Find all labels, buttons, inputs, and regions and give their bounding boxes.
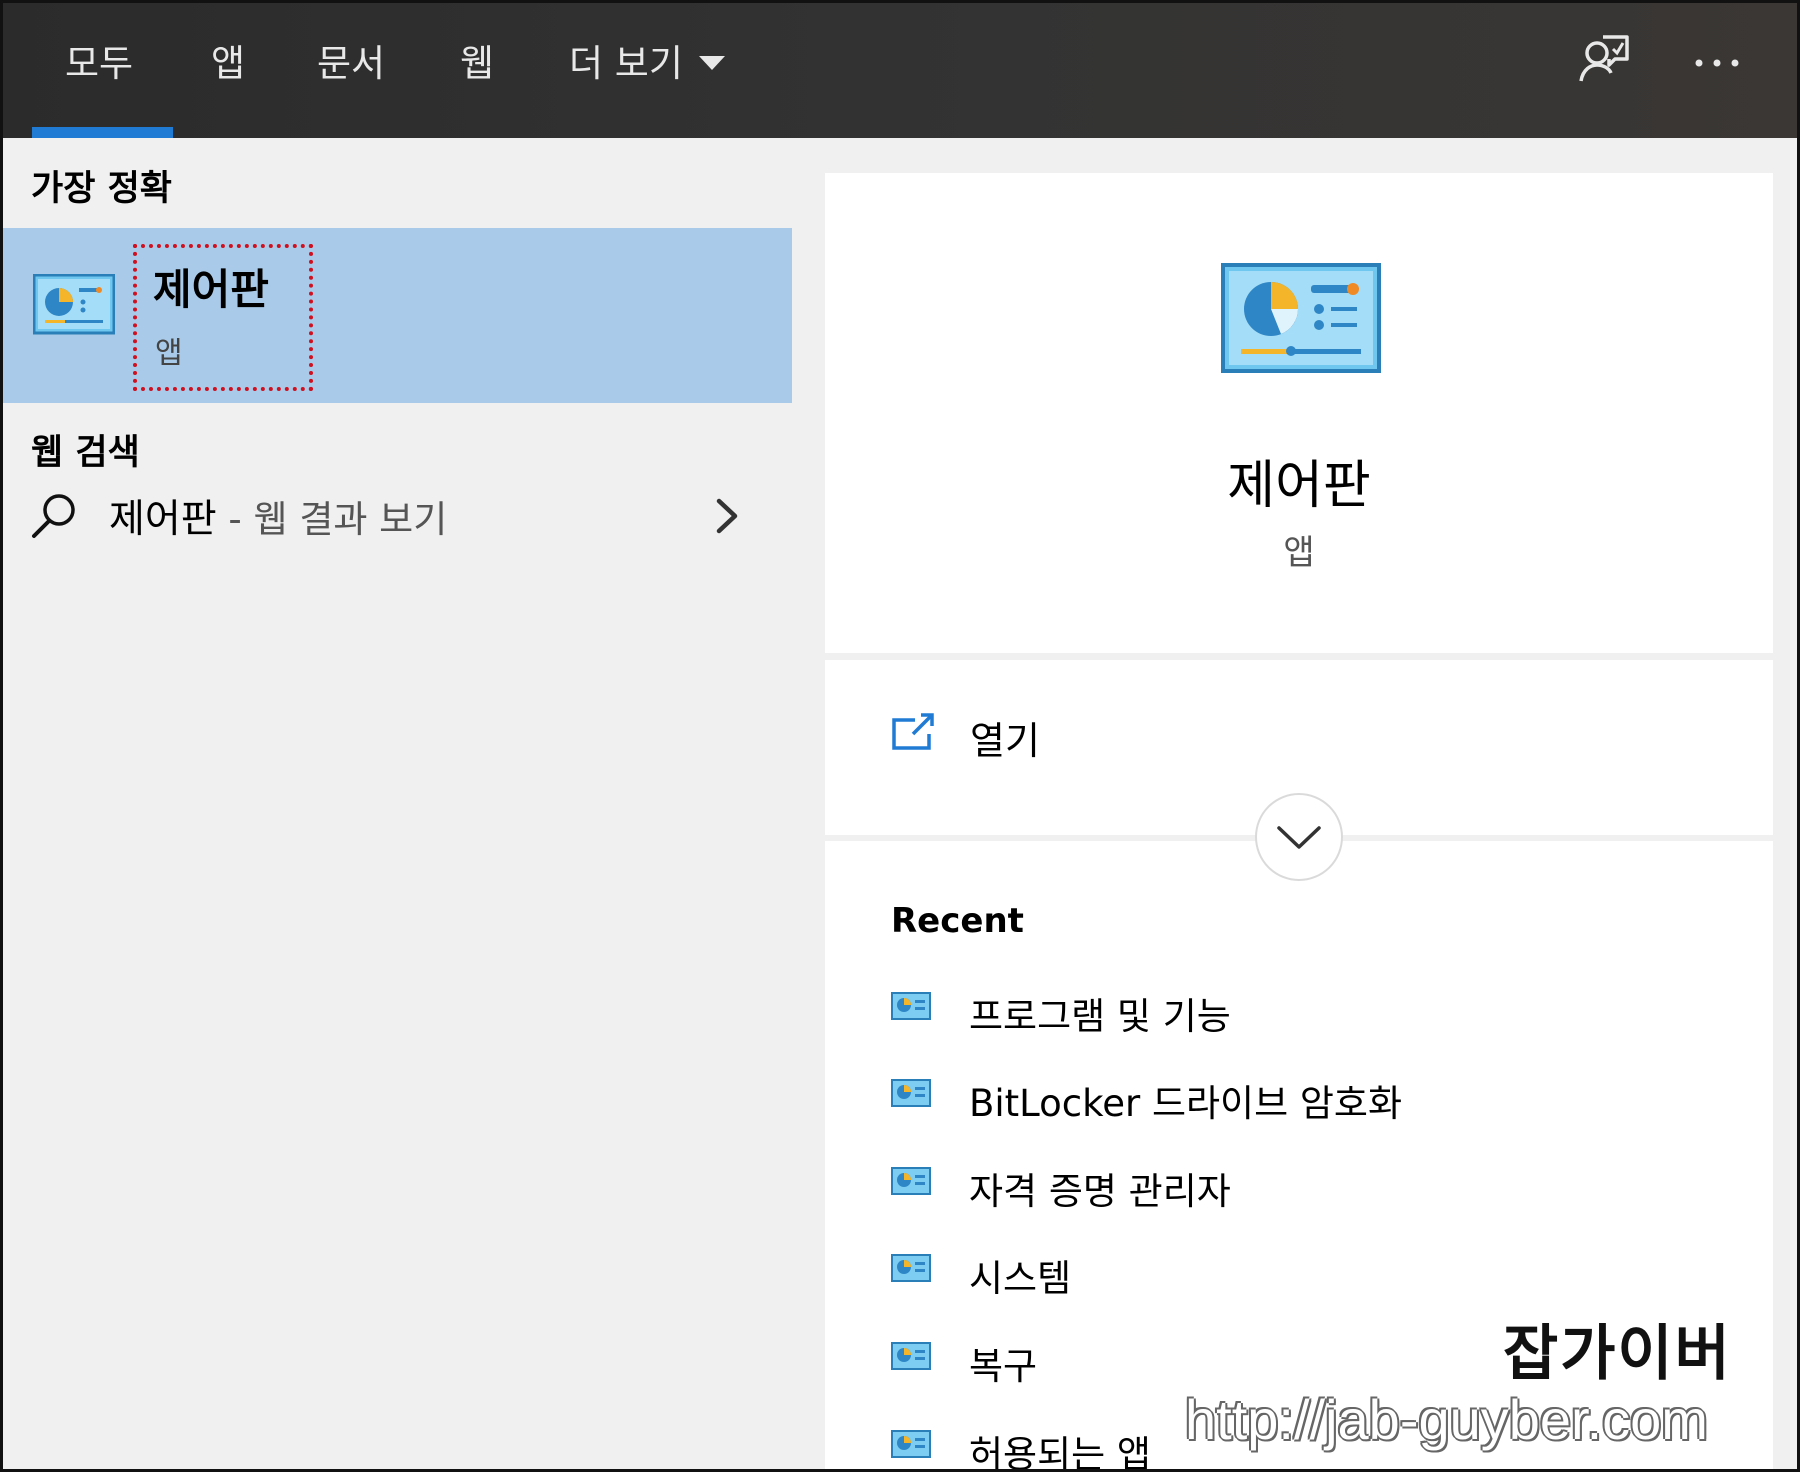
recent-item-label: 시스템 xyxy=(969,1257,1072,1300)
best-match-result[interactable]: 제어판 앱 xyxy=(3,228,792,403)
recent-item[interactable]: 자격 증명 관리자 xyxy=(891,1161,1691,1213)
watermark-url: http://jab-guyber.com xyxy=(1185,1388,1708,1451)
tab-more[interactable]: 더 보기 xyxy=(569,39,725,89)
web-search-text: 제어판 - 웹 결과 보기 xyxy=(109,488,447,544)
recent-item[interactable]: 시스템 xyxy=(891,1248,1691,1300)
caret-down-icon xyxy=(698,55,725,70)
control-panel-icon xyxy=(1221,263,1381,373)
recent-item-label: 허용되는 앱 xyxy=(969,1433,1151,1472)
web-search-result[interactable]: 제어판 - 웹 결과 보기 xyxy=(3,478,792,558)
recent-item-label: 복구 xyxy=(969,1345,1038,1388)
tab-web[interactable]: 웹 xyxy=(460,39,494,89)
tab-all[interactable]: 모두 xyxy=(65,39,133,89)
web-search-heading: 웹 검색 xyxy=(31,433,140,473)
tab-label: 모두 xyxy=(65,42,134,85)
control-panel-icon xyxy=(891,1167,931,1195)
control-panel-icon xyxy=(33,274,115,335)
search-filter-bar: 모두 앱 문서 웹 더 보기 xyxy=(3,3,1797,138)
search-icon xyxy=(32,494,75,538)
search-window: 모두 앱 문서 웹 더 보기 가장 정확 제어판 앱 웹 검색 제어판 - 웹 … xyxy=(0,0,1800,1472)
tab-label: 문서 xyxy=(317,42,386,85)
chevron-down-icon xyxy=(1277,826,1321,849)
recent-item-label: 자격 증명 관리자 xyxy=(969,1170,1231,1213)
detail-app-name: 제어판 xyxy=(1227,456,1371,516)
tab-documents[interactable]: 문서 xyxy=(317,39,385,89)
tab-label: 웹 xyxy=(460,42,495,85)
open-external-icon xyxy=(892,713,934,750)
tab-apps[interactable]: 앱 xyxy=(211,39,245,89)
more-options-icon[interactable] xyxy=(1687,31,1747,91)
best-match-type: 앱 xyxy=(155,336,183,371)
watermark-name: 잡가이버 xyxy=(1503,1319,1732,1389)
control-panel-icon xyxy=(891,1342,931,1370)
recent-item[interactable]: BitLocker 드라이브 암호화 xyxy=(891,1073,1691,1125)
web-search-query: 제어판 xyxy=(109,497,217,542)
tab-label: 앱 xyxy=(211,42,246,85)
detail-header-card: 제어판 앱 xyxy=(825,173,1773,653)
feedback-icon[interactable] xyxy=(1573,31,1633,91)
open-label: 열기 xyxy=(970,719,1040,763)
results-pane: 가장 정확 제어판 앱 웹 검색 제어판 - 웹 결과 보기 xyxy=(3,138,792,1469)
expand-button[interactable] xyxy=(1255,793,1343,881)
web-search-suffix: - 웹 결과 보기 xyxy=(216,498,448,541)
control-panel-icon xyxy=(891,1254,931,1282)
best-match-heading: 가장 정확 xyxy=(31,169,172,209)
control-panel-icon xyxy=(891,992,931,1020)
control-panel-icon xyxy=(891,1430,931,1458)
tab-label: 더 보기 xyxy=(569,42,683,85)
recent-heading: Recent xyxy=(891,901,1024,941)
recent-item-label: 프로그램 및 기능 xyxy=(969,995,1231,1038)
active-tab-indicator xyxy=(32,127,173,138)
recent-item[interactable]: 프로그램 및 기능 xyxy=(891,986,1691,1038)
recent-item-label: BitLocker 드라이브 암호화 xyxy=(969,1082,1402,1125)
control-panel-icon xyxy=(891,1079,931,1107)
best-match-name: 제어판 xyxy=(153,265,269,314)
chevron-right-icon[interactable] xyxy=(713,496,741,536)
detail-app-type: 앱 xyxy=(1283,533,1315,573)
